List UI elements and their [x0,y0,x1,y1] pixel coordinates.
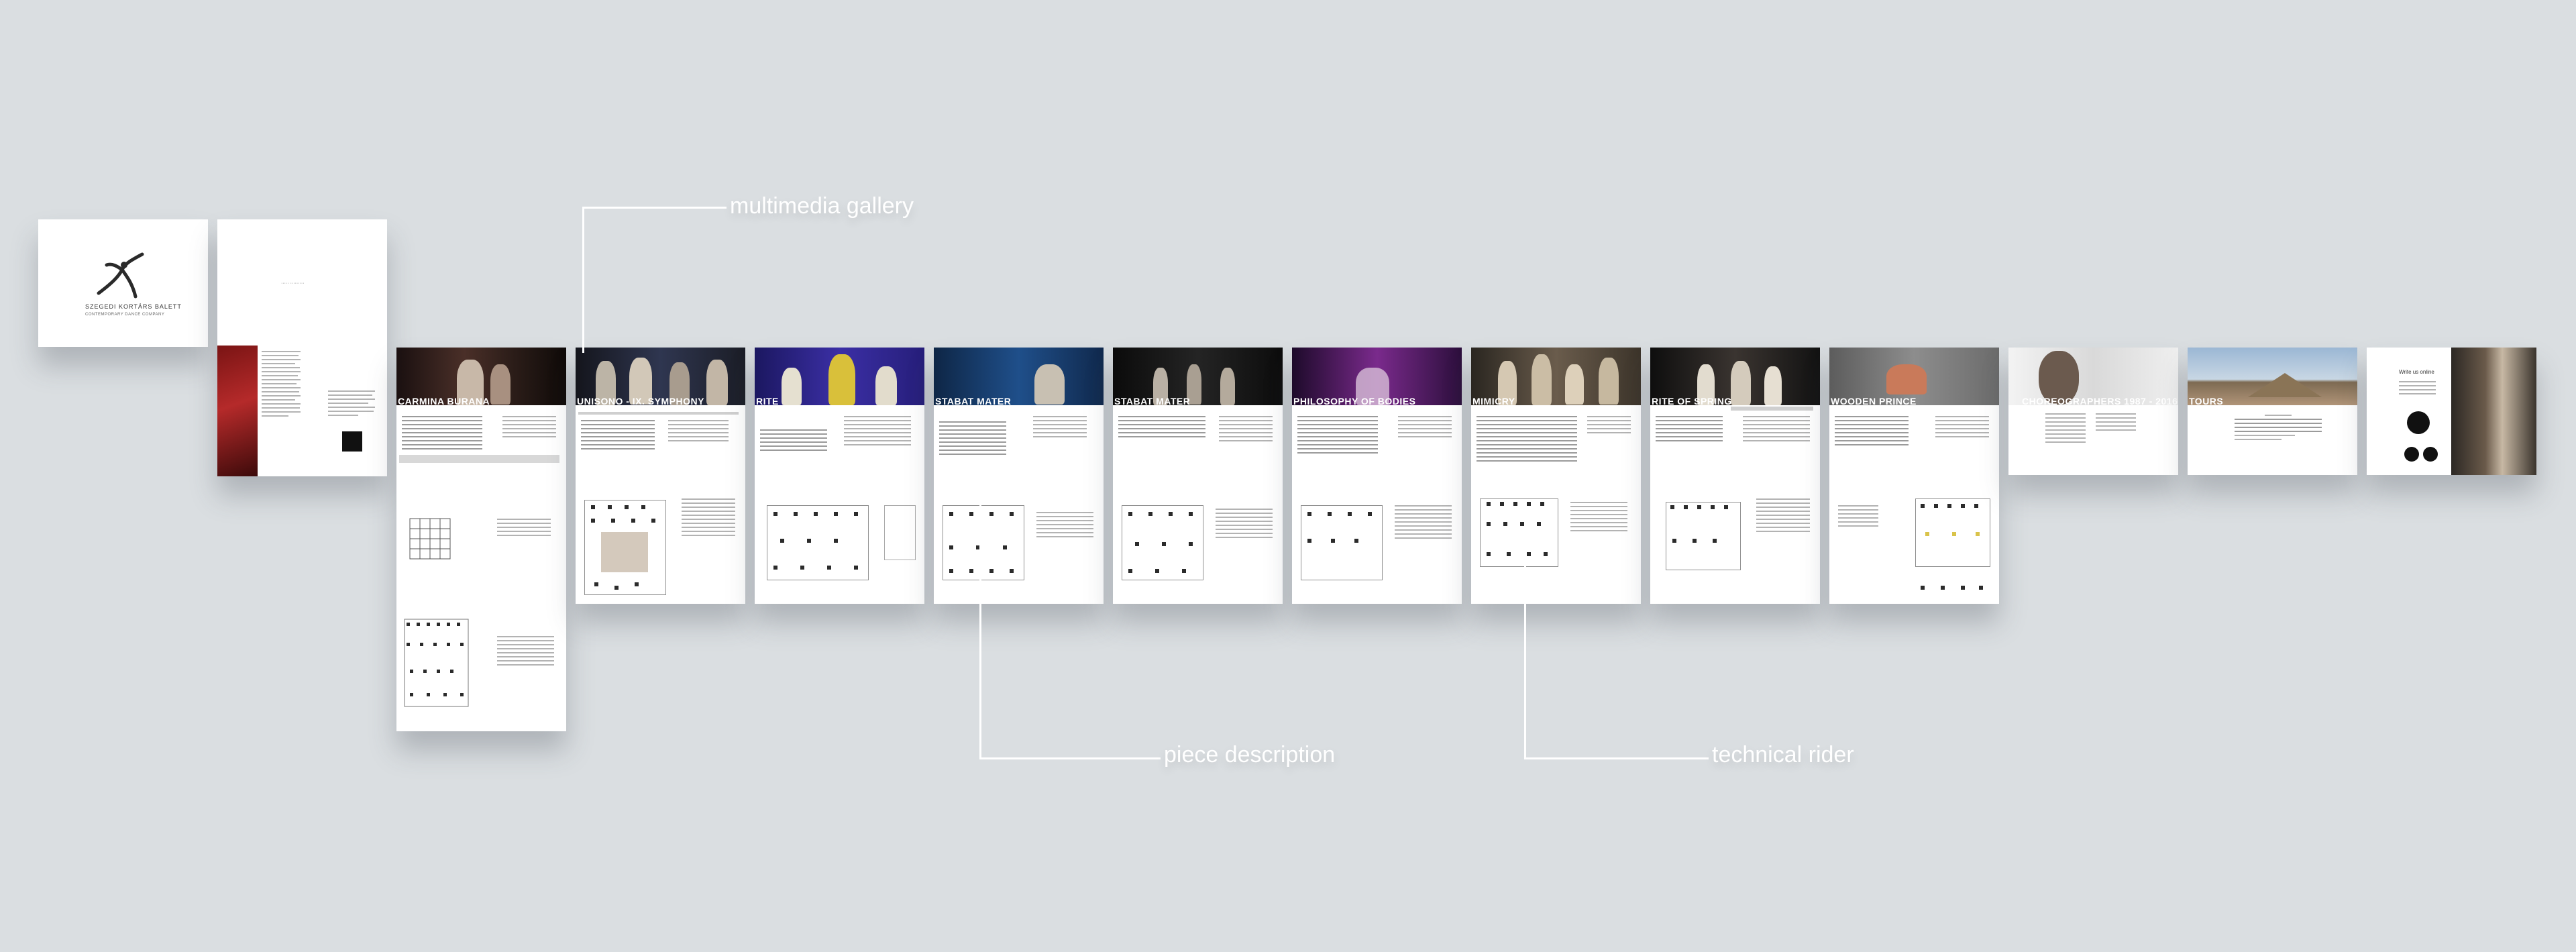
intro-page: ····· ········· [217,219,387,476]
piece-title: RITE OF SPRING [1652,396,1732,407]
piece-title: STABAT MATER [1114,396,1191,407]
technical-rider [1835,492,1994,599]
technical-rider [939,492,1098,599]
piece-title: MIMICRY [1472,396,1515,407]
technical-rider [1656,492,1815,599]
piece-page-carmina-burana: CARMINA BURANA [396,348,566,731]
choreographer-list-2 [2096,413,2136,433]
description-columns [939,416,1098,490]
intro-text-column [262,351,302,419]
brand-name: SZEGEDI KORTÁRS BALETT [85,303,182,310]
tours-page: TOURS [2188,348,2357,475]
piece-title: CARMINA BURANA [398,396,490,407]
description-columns [760,416,919,490]
dancer-logo-icon [2407,411,2430,434]
description-columns [1835,416,1994,490]
piece-page-wooden-prince: WOODEN PRINCE [1829,348,1999,604]
stage-diagram [409,518,451,560]
cover-page: SZEGEDI KORTÁRS BALETT CONTEMPORARY DANC… [38,219,208,347]
rider-callout-line-v [1524,550,1526,759]
description-callout-line-h [979,757,1161,759]
gallery-callout-line-h [582,207,727,209]
technical-rider [760,492,919,599]
dancer-logo-icon [97,252,144,299]
highlighted-zone [601,532,648,572]
grey-band [578,412,739,415]
choreographers-page: CHOREOGRAPHERS 1987 - 2016 [2008,348,2178,475]
description-columns [581,420,740,494]
piece-title: UNISONO - IX. SYMPHONY [577,396,704,407]
rider-callout-line-h [1524,757,1709,759]
intro-text-column-2 [328,390,375,419]
rider-list [497,519,551,539]
brand-subtitle: CONTEMPORARY DANCE COMPANY [85,313,165,317]
facebook-icon[interactable] [2423,447,2438,462]
piece-title: PHILOSOPHY OF BODIES [1293,396,1416,407]
piece-title: STABAT MATER [935,396,1012,407]
chapter-title: CHOREOGRAPHERS 1987 - 2016 [2022,396,2178,407]
company-logo-badge [342,431,362,452]
description-columns [1477,416,1635,490]
description-callout-line-v [979,470,981,759]
piece-page-rite-of-spring: RITE OF SPRING [1650,348,1820,604]
intro-heading: ····· ········· [281,281,305,286]
piece-page-unisono: UNISONO - IX. SYMPHONY [576,348,745,604]
intro-photo [217,346,258,476]
piece-title: WOODEN PRINCE [1831,396,1917,407]
gallery-callout-label: multimedia gallery [730,193,914,219]
description-columns [1118,416,1277,490]
piece-title: RITE [756,396,779,407]
contact-info [2399,381,2436,397]
contact-page: Write us online [2367,348,2536,475]
piece-page-mimicry: MIMICRY [1471,348,1641,604]
technical-rider [1297,492,1456,599]
piece-page-stabat-mater-2: STABAT MATER [1113,348,1283,604]
tour-list [2235,415,2322,443]
lighting-plot [404,619,469,707]
rider-callout-label: technical rider [1712,742,1854,768]
grey-band [399,455,559,463]
description-columns [1297,416,1456,490]
description-columns [1656,416,1815,490]
description-callout-label: piece description [1164,742,1336,768]
portrait-photo [2451,348,2536,475]
youtube-icon[interactable] [2404,447,2419,462]
piece-page-stabat-mater-1: STABAT MATER [934,348,1104,604]
choreographer-list [2045,413,2086,445]
gallery-callout-line-v [582,207,584,353]
piece-page-rite: RITE [755,348,924,604]
chapter-title: TOURS [2189,396,2224,407]
equipment-list [497,636,554,668]
piece-page-philosophy-of-bodies: PHILOSOPHY OF BODIES [1292,348,1462,604]
description-columns [402,416,561,490]
technical-rider [1118,492,1277,599]
technical-rider [581,492,740,599]
hero-image [755,348,924,405]
technical-rider [1477,492,1635,599]
grey-band [1731,407,1813,411]
contact-heading: Write us online [2399,369,2434,375]
